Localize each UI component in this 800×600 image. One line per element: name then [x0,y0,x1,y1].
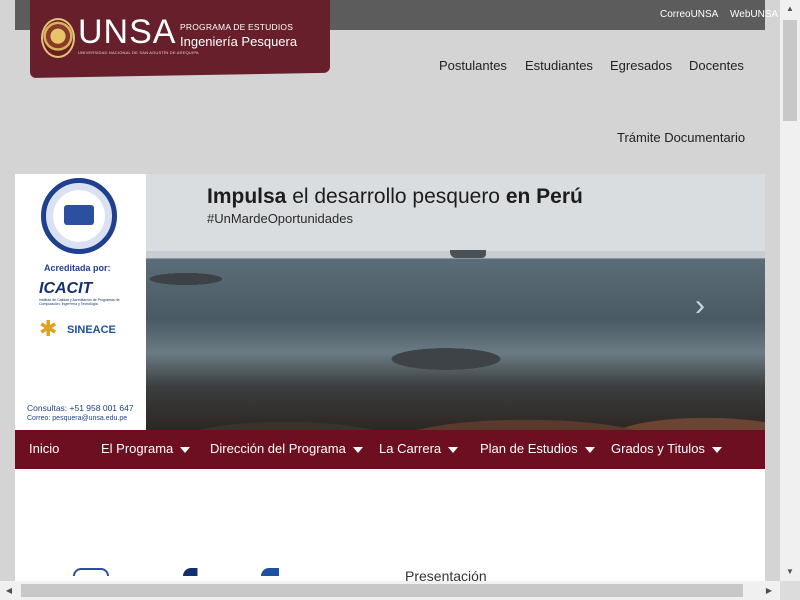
menu-el-programa-label: El Programa [101,441,174,456]
nav-docentes[interactable]: Docentes [689,58,744,73]
headline-bold-1: Impulsa [207,185,287,208]
menu-grados-titulos[interactable]: Grados y Titulos [611,441,722,456]
menu-direccion-label: Dirección del Programa [210,441,346,456]
sineace-star-icon: ✱ [39,316,58,341]
sineace-logo-icon [261,568,297,576]
icacit-logo-icon [183,568,219,576]
contact-email: Correo: pesquera@unsa.edu.pe [27,415,128,422]
nav-estudiantes[interactable]: Estudiantes [525,58,593,73]
ship-image [450,250,486,258]
caret-down-icon [180,446,191,453]
unsa-logo-text: UNSA [78,13,177,51]
hero-hashtag: #UnMardeOportunidades [207,211,353,226]
horizontal-scroll-thumb[interactable] [21,584,743,597]
headline-bold-2: en Perú [505,185,583,208]
menu-direccion[interactable]: Dirección del Programa [210,441,363,456]
nav-tramite-documentario[interactable]: Trámite Documentario [617,130,745,145]
icacit-subtitle: Instituto de Calidad y Acreditación de P… [39,298,120,306]
menu-plan-estudios[interactable]: Plan de Estudios [480,441,595,456]
scrollbar-corner [780,581,800,600]
program-name: Ingeniería Pesquera [180,34,298,49]
section-title-presentacion: Presentación [405,568,487,581]
hero-headline: Impulsa el desarrollo pesquero en Perú [207,185,583,209]
content-area: Presentación [15,469,765,581]
menu-plan-estudios-label: Plan de Estudios [480,441,578,456]
hero-sea-image [146,259,765,430]
caret-down-icon [352,446,363,453]
caret-down-icon [448,446,459,453]
slider-next-icon[interactable]: › [695,289,705,323]
horizontal-scrollbar[interactable]: ◀ ▶ [0,581,780,600]
scroll-down-icon[interactable]: ▼ [780,563,800,581]
nav-postulantes[interactable]: Postulantes [439,58,507,73]
university-seal-icon [41,18,75,58]
accreditation-label: Acreditada por: [44,263,111,273]
vertical-scroll-thumb[interactable] [783,20,797,121]
program-badge-icon [41,178,117,254]
nav-egresados[interactable]: Egresados [610,58,672,73]
web-unsa-link[interactable]: WebUNSA [730,9,778,20]
headline-middle: el desarrollo pesquero [286,185,506,208]
menu-inicio-label: Inicio [29,441,60,456]
program-caption: PROGRAMA DE ESTUDIOS [180,22,294,32]
menu-inicio[interactable]: Inicio [29,441,59,456]
scroll-up-icon[interactable]: ▲ [780,0,800,18]
main-menu: Inicio El Programa Dirección del Program… [15,430,765,469]
scroll-left-icon[interactable]: ◀ [0,581,18,600]
menu-la-carrera[interactable]: La Carrera [379,441,459,456]
contact-phone: Consultas: +51 958 001 647 [27,403,134,413]
caret-down-icon [584,446,595,453]
hero-slider: Impulsa el desarrollo pesquero en Perú #… [15,174,765,430]
scroll-right-icon[interactable]: ▶ [760,581,778,600]
unsa-logo-subtitle: UNIVERSIDAD NACIONAL DE SAN AGUSTÍN DE A… [78,50,199,55]
menu-la-carrera-label: La Carrera [379,441,442,456]
menu-grados-titulos-label: Grados y Titulos [611,441,705,456]
caret-down-icon [711,446,722,453]
badge-ship-icon [64,205,94,225]
menu-el-programa[interactable]: El Programa [101,441,191,456]
sineace-logo: SINEACE [67,324,116,336]
vertical-scrollbar[interactable]: ▲ ▼ [780,0,800,581]
program-badge-icon [73,568,109,576]
slider-prev-icon[interactable]: ‹ [63,292,73,326]
accreditation-panel: Acreditada por: ICACIT Instituto de Cali… [15,174,146,430]
correo-unsa-link[interactable]: CorreoUNSA [660,9,718,20]
